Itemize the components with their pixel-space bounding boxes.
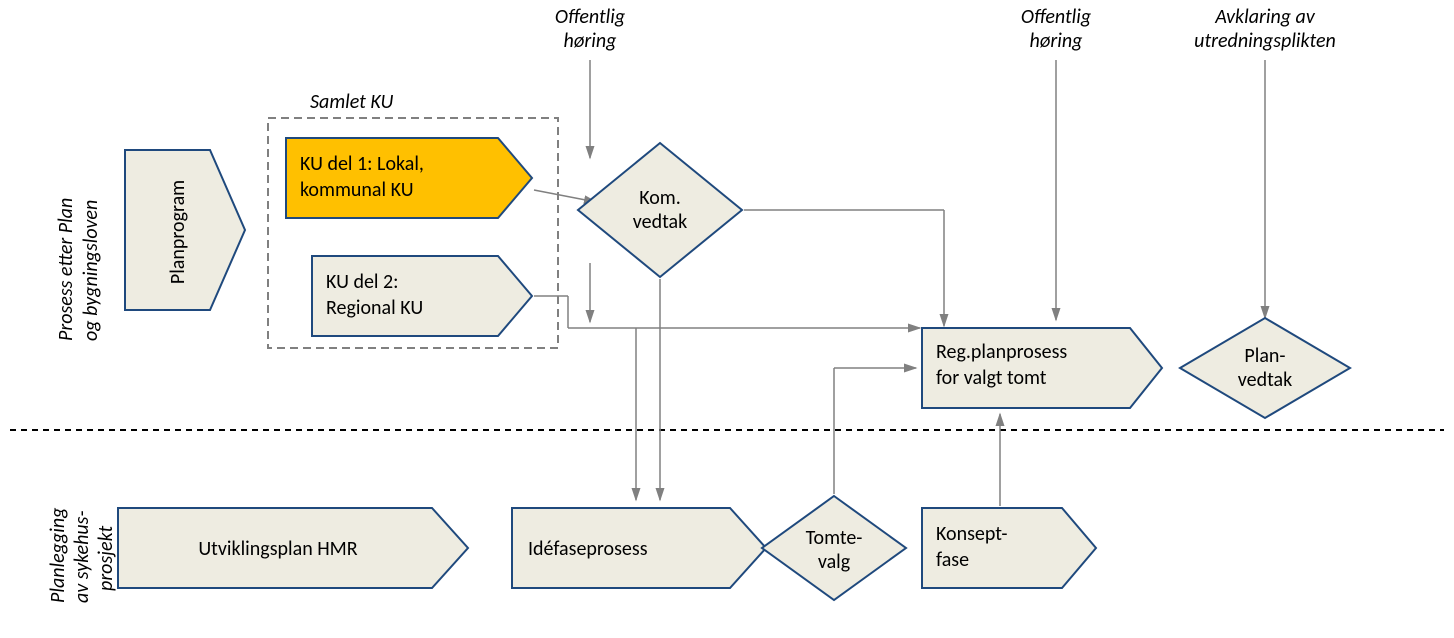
shape-ku-del-1: KU del 1: Lokal, kommunal KU — [286, 138, 532, 218]
text-line: vedtak — [633, 210, 687, 234]
text-line: kommunal KU — [300, 178, 414, 202]
text-line: KU del 1: Lokal, — [300, 152, 424, 176]
text-line: fase — [936, 548, 969, 572]
arrow-ku1-komvedtak — [534, 190, 596, 202]
text-line: Konsept- — [936, 522, 1007, 546]
shape-plan-vedtak: Plan- vedtak — [1180, 318, 1350, 418]
shape-tomtevalg: Tomte- valg — [762, 496, 906, 600]
shape-kom-vedtak: Kom. vedtak — [578, 143, 742, 277]
text-line: Kom. — [639, 186, 681, 210]
text-line: valg — [818, 550, 851, 574]
text-line: Tomte- — [806, 526, 863, 550]
shape-ku-del-2: KU del 2: Regional KU — [312, 256, 532, 336]
shape-konseptfase: Konsept- fase — [922, 508, 1096, 588]
shape-planprogram: Planprogram — [125, 150, 245, 310]
text-line: Plan- — [1244, 344, 1285, 368]
diagram-svg: Planprogram KU del 1: Lokal, kommunal KU… — [0, 0, 1454, 638]
text: Idéfaseprosess — [528, 537, 648, 561]
text-line: vedtak — [1238, 368, 1292, 392]
text: Planprogram — [166, 180, 190, 284]
shape-utviklingsplan: Utviklingsplan HMR — [118, 508, 468, 588]
text-line: KU del 2: — [326, 270, 399, 294]
text-line: Regional KU — [326, 296, 423, 320]
shape-idefaseprosess: Idéfaseprosess — [512, 508, 766, 588]
shape-regplanprosess: Reg.planprosess for valgt tomt — [922, 328, 1162, 408]
text-line: for valgt tomt — [936, 366, 1047, 390]
text: Utviklingsplan HMR — [198, 537, 357, 561]
text-line: Reg.planprosess — [936, 340, 1067, 364]
